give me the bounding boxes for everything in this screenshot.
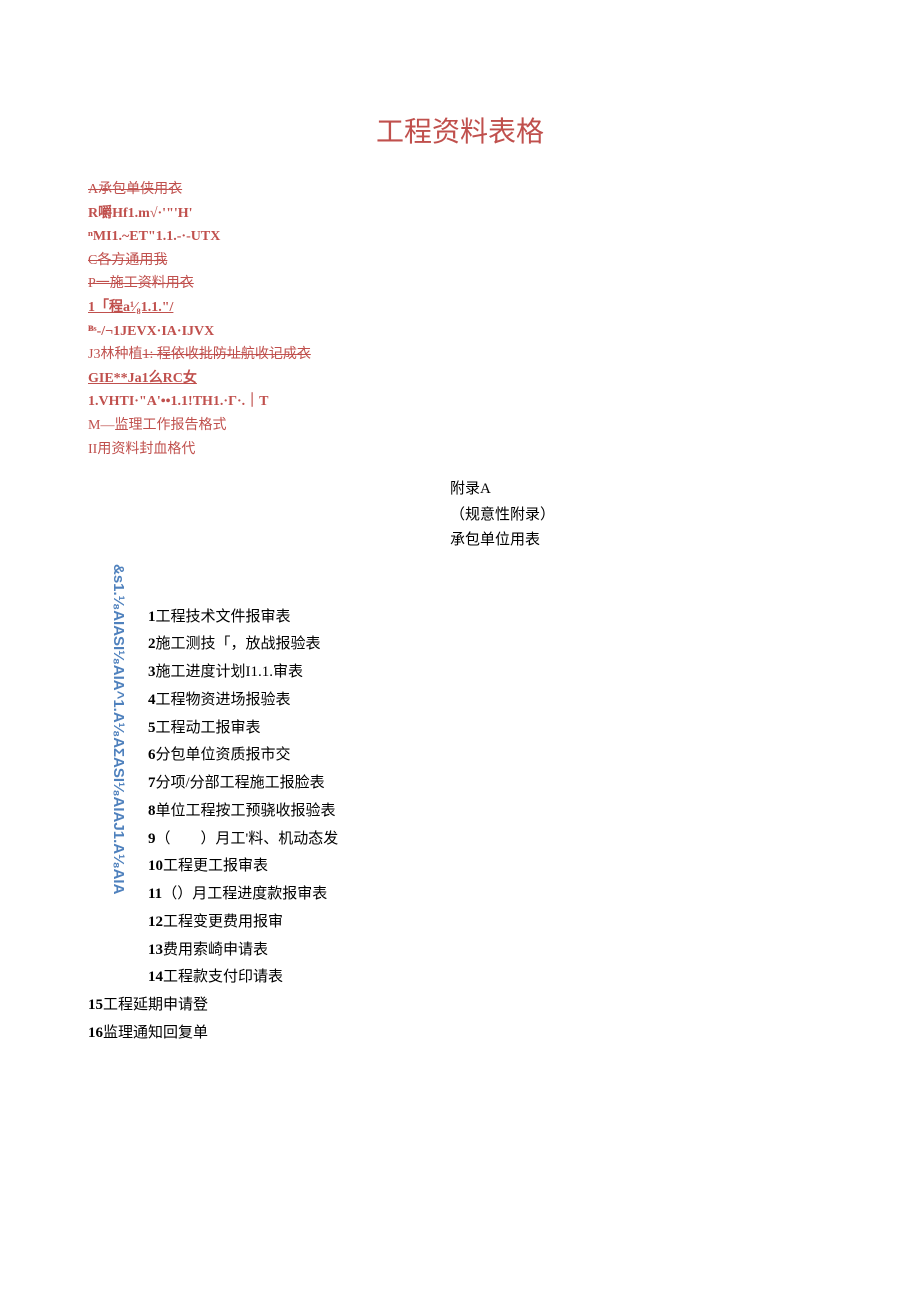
- item-number: 13: [148, 942, 163, 958]
- toc-line-5a: 1「程a¹⁄₈1.1."/: [88, 298, 920, 318]
- toc-line-8: M—监理工作报告格式: [88, 416, 920, 436]
- item-number: 11: [148, 886, 162, 902]
- list-item: 12工程变更费用报审: [148, 909, 920, 937]
- list-item: 5工程动工报审表: [148, 715, 920, 743]
- toc-line-1: A承包单侠用衣: [88, 180, 920, 200]
- document-title: 工程资料表格: [0, 0, 920, 180]
- list-item: 4工程物资进场报验表: [148, 687, 920, 715]
- item-number: 15: [88, 997, 103, 1013]
- toc-line-5b: ᴮˢ-/¬1JEVX·IA·IJVX: [88, 322, 920, 342]
- item-text: 工程款支付印请表: [163, 969, 283, 985]
- list-item: 6分包单位资质报市交: [148, 742, 920, 770]
- item-text: 工程更工报审表: [163, 858, 268, 874]
- item-number: 4: [148, 692, 156, 708]
- item-text: 工程动工报审表: [156, 720, 261, 736]
- item-text: （ ）月工'料、机动态发: [156, 831, 339, 847]
- list-item: 10工程更工报审表: [148, 853, 920, 881]
- list-item: 8单位工程按工预骁收报验表: [148, 798, 920, 826]
- appendix-header: 附录A （规意性附录） 承包单位用表: [450, 477, 920, 554]
- appendix-line-3: 承包单位用表: [450, 528, 920, 554]
- item-number: 14: [148, 969, 163, 985]
- toc-line-2a: R嚼Hf1.m√·'"'H': [88, 204, 920, 224]
- item-text: 单位工程按工预骁收报验表: [156, 803, 336, 819]
- list-item: 3施工进度计划I1.1.审表: [148, 659, 920, 687]
- list-item: 15工程延期申请登: [88, 992, 920, 1020]
- toc-line-9: II用资料封血格代: [88, 440, 920, 460]
- item-text: 工程技术文件报审表: [156, 609, 291, 625]
- toc-line-3: C各方通用我: [88, 251, 920, 271]
- list-item: 13费用索崎申请表: [148, 937, 920, 965]
- item-number: 1: [148, 609, 156, 625]
- list-item: 1工程技术文件报审表: [148, 604, 920, 632]
- item-text: 工程变更费用报审: [163, 914, 283, 930]
- body-area: &s1.¹⁄₈AIASI¹⁄₈AIA^1.A¹⁄₈AΣASI¹⁄₈AIAJ1.A…: [0, 564, 920, 1048]
- table-of-contents: A承包单侠用衣 R嚼Hf1.m√·'"'H' ⁿMI1.~ET"1.1.-·-U…: [0, 180, 920, 459]
- list-item: 16监理通知回复单: [88, 1020, 920, 1048]
- toc-line-4: P一施工资料用衣: [88, 274, 920, 294]
- item-text: 分项/分部工程施工报脸表: [156, 775, 325, 791]
- item-text: 监理通知回复单: [103, 1025, 208, 1041]
- item-number: 16: [88, 1025, 103, 1041]
- toc-line-6-strike: 1: 程依收批防址航收记成衣: [142, 347, 310, 362]
- vertical-decoration: &s1.¹⁄₈AIASI¹⁄₈AIA^1.A¹⁄₈AΣASI¹⁄₈AIAJ1.A…: [110, 564, 127, 924]
- list-item: 9（ ）月工'料、机动态发: [148, 826, 920, 854]
- item-text: 工程延期申请登: [103, 997, 208, 1013]
- toc-line-7a: GIE**Ja1么RC女: [88, 369, 920, 389]
- item-number: 2: [148, 636, 156, 652]
- toc-line-6-pre: J3林种: [88, 347, 128, 362]
- tail-list: 15工程延期申请登 16监理通知回复单: [0, 992, 920, 1048]
- item-text: 施工进度计划I1.1.审表: [156, 664, 304, 680]
- item-number: 6: [148, 747, 156, 763]
- numbered-list: 1工程技术文件报审表 2施工测技「，放战报验表 3施工进度计划I1.1.审表 4…: [0, 564, 920, 993]
- item-number: 10: [148, 858, 163, 874]
- list-item: 2施工测技「，放战报验表: [148, 631, 920, 659]
- toc-line-6-char: 植: [128, 347, 142, 362]
- list-item: 7分项/分部工程施工报脸表: [148, 770, 920, 798]
- item-number: 12: [148, 914, 163, 930]
- list-item: 11（）月工程进度款报审表: [148, 881, 920, 909]
- item-number: 8: [148, 803, 156, 819]
- item-text: 分包单位资质报市交: [156, 747, 291, 763]
- item-number: 9: [148, 831, 156, 847]
- item-number: 7: [148, 775, 156, 791]
- toc-line-6: J3林种植1: 程依收批防址航收记成衣: [88, 345, 920, 365]
- item-text: 工程物资进场报验表: [156, 692, 291, 708]
- toc-line-2b: ⁿMI1.~ET"1.1.-·-UTX: [88, 227, 920, 247]
- appendix-line-2: （规意性附录）: [450, 503, 920, 529]
- list-item: 14工程款支付印请表: [148, 964, 920, 992]
- item-text: （）月工程进度款报审表: [162, 886, 327, 902]
- item-number: 3: [148, 664, 156, 680]
- appendix-line-1: 附录A: [450, 477, 920, 503]
- item-number: 5: [148, 720, 156, 736]
- item-text: 施工测技「，放战报验表: [156, 636, 321, 652]
- item-text: 费用索崎申请表: [163, 942, 268, 958]
- toc-line-7b: 1.VHTI·"A'••1.1!TH1.·Γ·.｜T: [88, 392, 920, 412]
